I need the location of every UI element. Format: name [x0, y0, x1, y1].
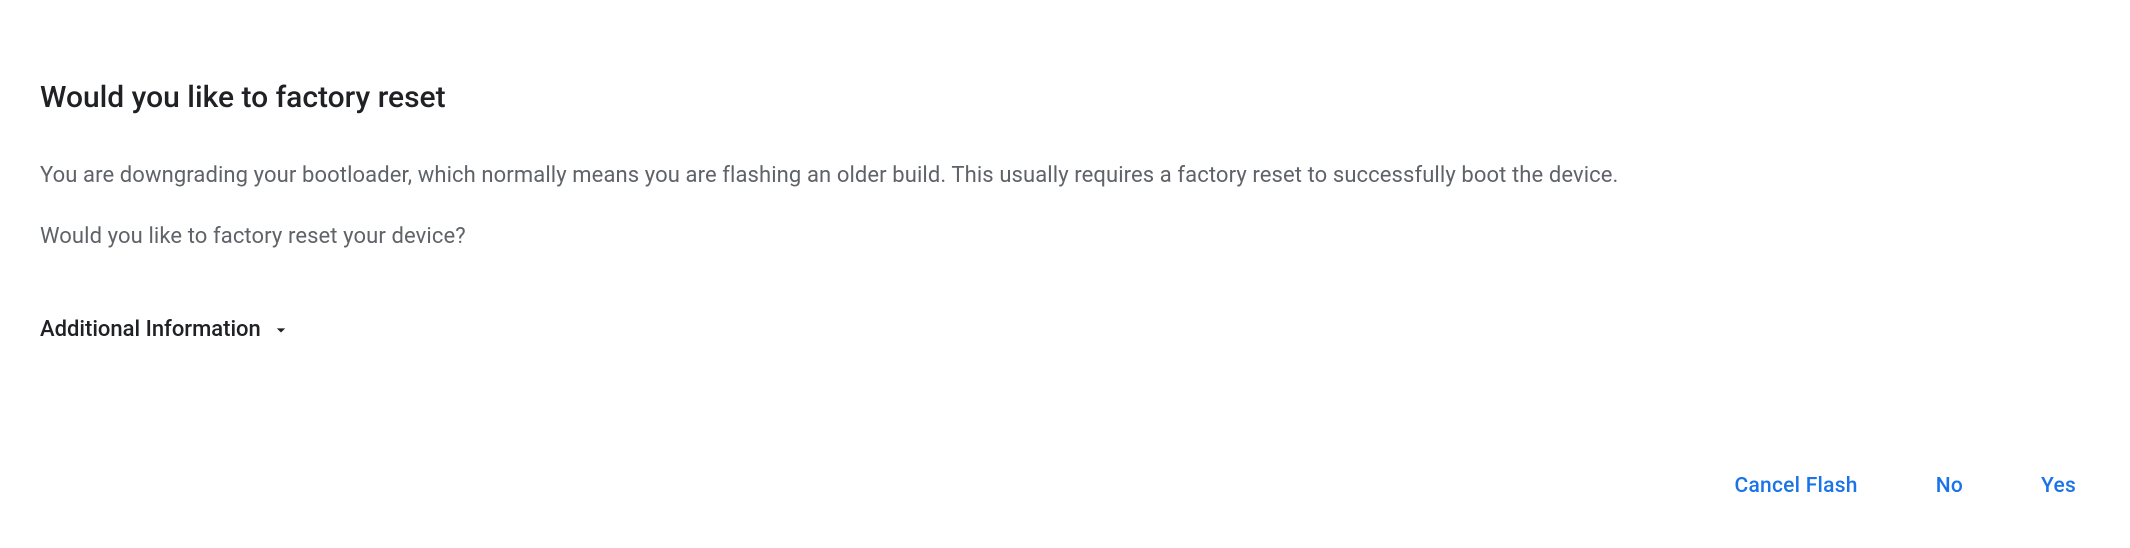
chevron-down-icon [271, 320, 291, 340]
dialog-container: Would you like to factory reset You are … [40, 80, 2090, 342]
dialog-title: Would you like to factory reset [40, 80, 2090, 115]
dialog-button-row: Cancel Flash No Yes [1730, 466, 2080, 506]
yes-button[interactable]: Yes [2037, 466, 2080, 506]
dialog-body-line-2: Would you like to factory reset your dev… [40, 220, 2090, 253]
cancel-flash-button[interactable]: Cancel Flash [1730, 466, 1861, 506]
additional-information-toggle[interactable]: Additional Information [40, 317, 291, 342]
dialog-body-line-1: You are downgrading your bootloader, whi… [40, 159, 2090, 192]
additional-information-label: Additional Information [40, 317, 261, 342]
no-button[interactable]: No [1932, 466, 1967, 506]
